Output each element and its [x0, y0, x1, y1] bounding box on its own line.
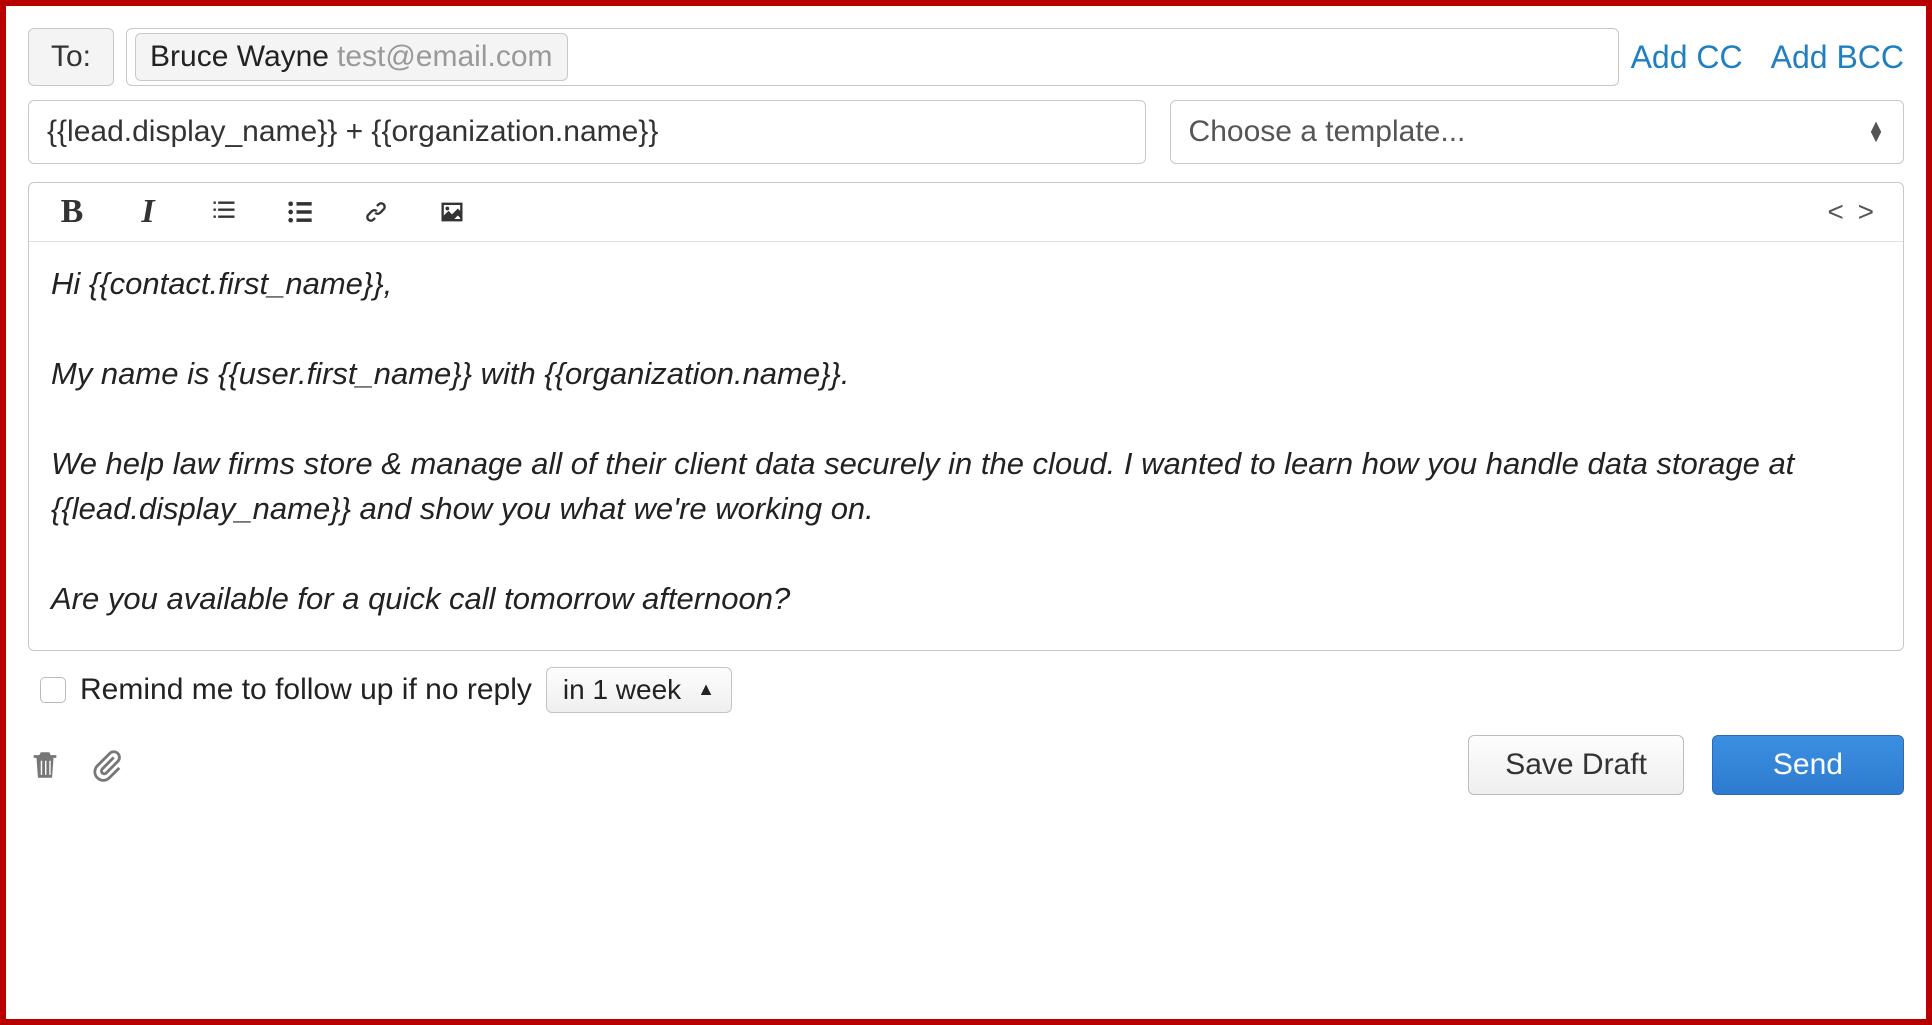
to-row: To: Bruce Wayne test@email.com Add CC Ad…: [28, 28, 1904, 86]
image-button[interactable]: [435, 195, 469, 229]
reminder-interval-value: in 1 week: [563, 674, 681, 706]
subject-row: Choose a template... ▲▼: [28, 100, 1904, 164]
compose-email-panel: To: Bruce Wayne test@email.com Add CC Ad…: [0, 0, 1932, 1025]
italic-button[interactable]: I: [131, 195, 165, 229]
link-button[interactable]: [359, 195, 393, 229]
footer-row: Save Draft Send: [28, 735, 1904, 795]
editor-toolbar: B I < >: [29, 183, 1903, 242]
bold-button[interactable]: B: [55, 195, 89, 229]
email-body[interactable]: Hi {{contact.first_name}}, My name is {{…: [29, 242, 1903, 650]
editor: B I < > Hi {{contact.first_name}}, My na…: [28, 182, 1904, 651]
cc-links: Add CC Add BCC: [1631, 39, 1904, 76]
recipient-email: test@email.com: [337, 40, 553, 74]
add-bcc-link[interactable]: Add BCC: [1771, 39, 1904, 76]
image-icon: [438, 198, 466, 226]
reminder-checkbox[interactable]: [40, 677, 66, 703]
caret-up-icon: ▲: [697, 679, 715, 700]
source-toggle-button[interactable]: < >: [1828, 196, 1877, 228]
template-select[interactable]: Choose a template... ▲▼: [1170, 100, 1904, 164]
send-button[interactable]: Send: [1712, 735, 1904, 795]
to-field[interactable]: Bruce Wayne test@email.com: [126, 28, 1619, 86]
trash-icon[interactable]: [28, 745, 62, 785]
add-cc-link[interactable]: Add CC: [1631, 39, 1743, 76]
template-placeholder: Choose a template...: [1189, 115, 1466, 149]
link-icon: [362, 198, 390, 226]
subject-input[interactable]: [28, 100, 1146, 164]
select-arrows-icon: ▲▼: [1867, 122, 1885, 142]
paperclip-icon[interactable]: [90, 745, 124, 785]
reminder-interval-select[interactable]: in 1 week ▲: [546, 667, 732, 713]
ordered-list-icon: [210, 198, 238, 226]
reminder-row: Remind me to follow up if no reply in 1 …: [40, 667, 1904, 713]
recipient-name: Bruce Wayne: [150, 40, 329, 74]
unordered-list-button[interactable]: [283, 195, 317, 229]
ordered-list-button[interactable]: [207, 195, 241, 229]
reminder-label: Remind me to follow up if no reply: [80, 673, 532, 707]
unordered-list-icon: [286, 198, 314, 226]
save-draft-button[interactable]: Save Draft: [1468, 735, 1684, 795]
to-label: To:: [28, 28, 114, 86]
recipient-chip[interactable]: Bruce Wayne test@email.com: [135, 33, 567, 81]
